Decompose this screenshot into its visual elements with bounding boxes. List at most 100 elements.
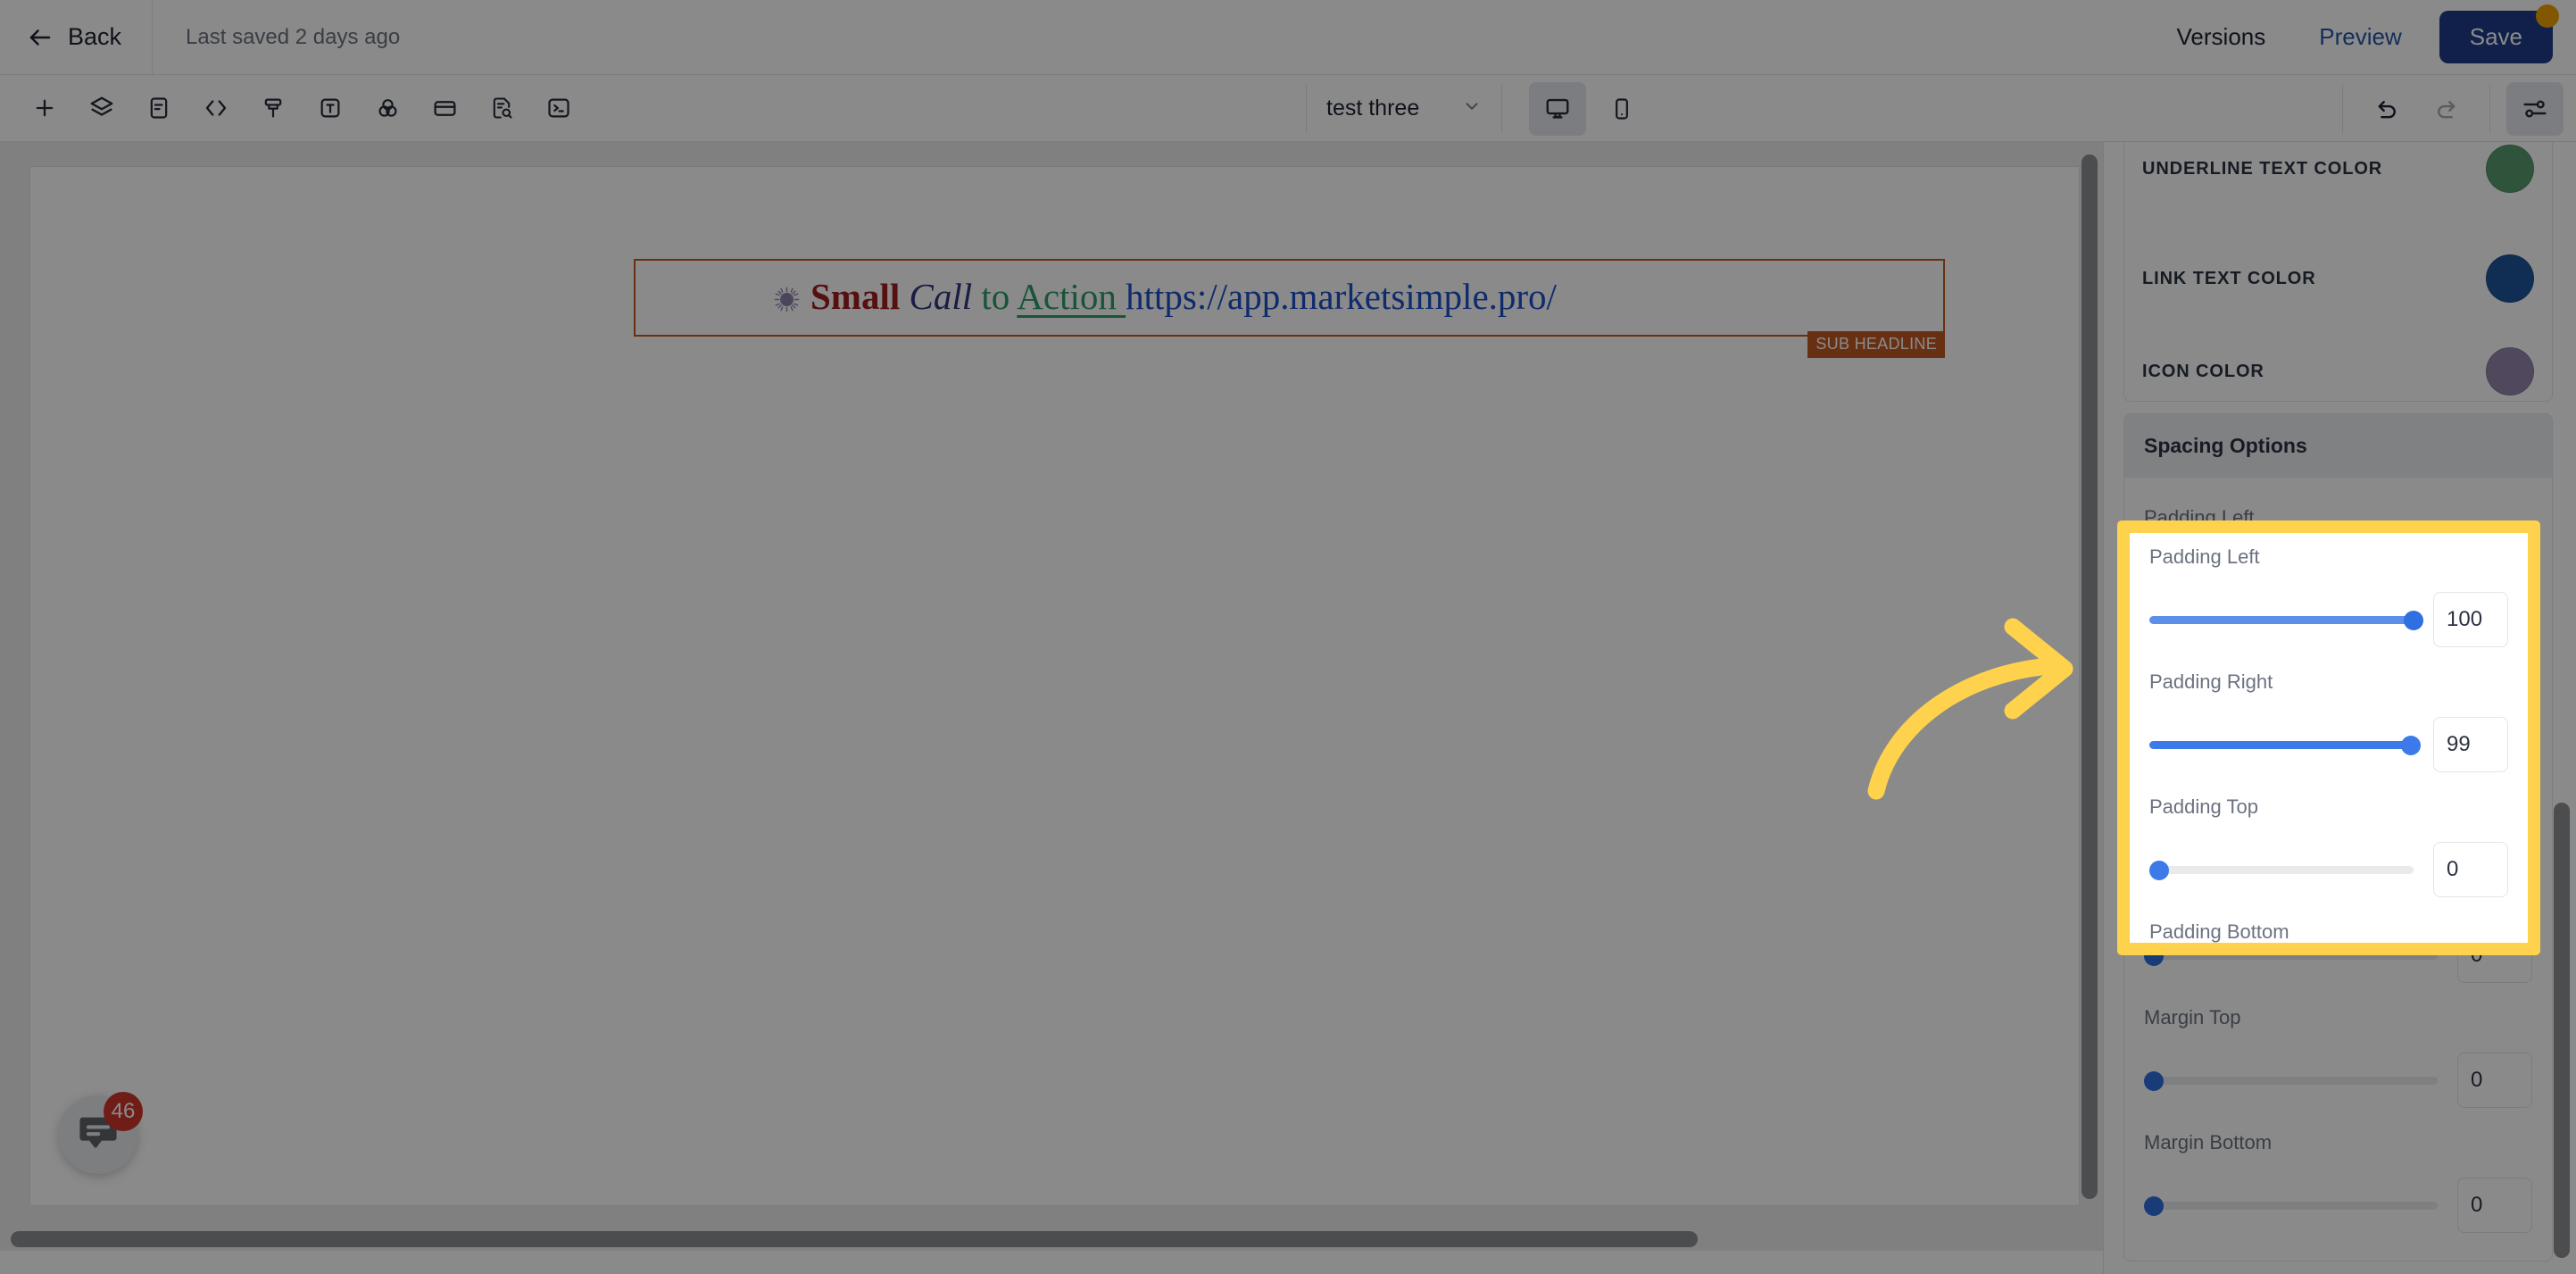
padding-left-slider[interactable]	[2149, 611, 2423, 630]
highlighted-spacing-controls[interactable]: Padding Left 100 Padding Right 99 Paddin…	[2130, 533, 2528, 943]
slider-track	[2144, 952, 2438, 960]
arrow-left-icon	[27, 24, 54, 51]
padding-top-slider[interactable]	[2149, 861, 2414, 880]
page-select-value: test three	[1326, 96, 1420, 121]
terminal-icon	[546, 96, 571, 121]
layers-button[interactable]	[73, 81, 130, 135]
link-text-color-swatch[interactable]	[2486, 254, 2534, 303]
last-saved-text: Last saved 2 days ago	[186, 24, 401, 49]
padding-left-input[interactable]: 100	[2433, 592, 2508, 647]
padding-right-input[interactable]: 99	[2433, 717, 2508, 772]
desktop-icon	[1544, 96, 1571, 122]
margin-top-slider[interactable]	[2144, 1071, 2438, 1091]
slider-thumb[interactable]	[2144, 946, 2164, 966]
settings-panel-scrollbar[interactable]	[2554, 803, 2570, 1258]
icon-color-swatch[interactable]	[2486, 347, 2534, 396]
layers-icon	[88, 95, 115, 121]
settings-panel-button[interactable]	[2506, 81, 2564, 136]
undo-icon	[2375, 96, 2401, 121]
sliders-icon	[2522, 96, 2548, 122]
tool-bar-center-group: test three	[1306, 75, 1650, 142]
content-button[interactable]	[130, 81, 187, 135]
color-options-card: UNDERLINE TEXT COLOR LINK TEXT COLOR ICO…	[2123, 142, 2553, 402]
tool-bar-right-group	[2342, 75, 2564, 142]
code-button[interactable]	[187, 81, 245, 135]
highlighted-spacing-body: Padding Left 100 Padding Right 99 Paddin…	[2130, 533, 2528, 943]
device-preview-group	[1529, 81, 1650, 136]
block-type-badge: SUB HEADLINE	[1807, 331, 1945, 359]
slider-track	[2144, 1202, 2438, 1210]
slider-track	[2144, 1077, 2438, 1085]
add-icon	[32, 96, 57, 121]
padding-top-input[interactable]: 0	[2433, 842, 2508, 897]
divider	[2489, 84, 2490, 133]
slider-thumb[interactable]	[2401, 736, 2422, 755]
seo-button[interactable]	[473, 81, 530, 135]
container-button[interactable]	[416, 81, 473, 135]
slider-thumb[interactable]	[2149, 861, 2169, 880]
padding-top-control-highlighted: Padding Top 0	[2149, 772, 2508, 897]
slider-thumb[interactable]	[2144, 1071, 2164, 1091]
design-button[interactable]	[245, 81, 302, 135]
back-label: Back	[68, 23, 122, 50]
colors-button[interactable]	[359, 81, 416, 135]
text-icon	[318, 96, 343, 121]
sub-headline-block[interactable]: Small Call to Action https://app.markets…	[634, 259, 1945, 359]
block-text-call: Call	[909, 276, 973, 317]
slider-fill	[2149, 741, 2412, 749]
top-bar: Back Last saved 2 days ago Versions Prev…	[0, 0, 2576, 75]
underline-text-color-swatch[interactable]	[2486, 145, 2534, 193]
chat-unread-badge: 46	[104, 1092, 143, 1131]
document-search-icon	[489, 96, 514, 121]
divider	[2342, 84, 2343, 133]
page-select[interactable]: test three	[1307, 81, 1501, 137]
block-text-small: Small	[810, 276, 901, 317]
slider-thumb[interactable]	[2144, 1196, 2164, 1216]
padding-bottom-control-highlighted: Padding Bottom 0	[2149, 897, 2508, 943]
padding-right-slider[interactable]	[2149, 736, 2422, 755]
canvas-page[interactable]: Small Call to Action https://app.markets…	[29, 166, 2080, 1206]
color-option-label: ICON COLOR	[2142, 361, 2264, 381]
save-button-wrapper: Save	[2439, 4, 2559, 63]
padding-top-label: Padding Top	[2149, 795, 2258, 818]
card-icon	[432, 96, 458, 121]
padding-right-control-highlighted: Padding Right 99	[2149, 647, 2508, 772]
canvas-vertical-scrollbar[interactable]	[2082, 154, 2098, 1199]
desktop-view-button[interactable]	[1529, 81, 1587, 136]
divider	[1501, 84, 1503, 133]
padding-bottom-slider[interactable]	[2144, 946, 2438, 966]
margin-bottom-input[interactable]: 0	[2457, 1178, 2532, 1233]
block-text-url[interactable]: https://app.marketsimple.pro/	[1126, 276, 1557, 317]
color-option-label: UNDERLINE TEXT COLOR	[2142, 158, 2383, 179]
padding-right-label: Padding Right	[2149, 670, 2273, 693]
margin-bottom-label: Margin Bottom	[2144, 1131, 2273, 1153]
tool-bar	[0, 75, 2576, 142]
spacing-options-title: Spacing Options	[2124, 414, 2552, 478]
mobile-view-button[interactable]	[1593, 82, 1650, 136]
margin-top-control: Margin Top 0	[2144, 983, 2532, 1108]
console-button[interactable]	[530, 81, 587, 135]
slider-thumb[interactable]	[2404, 611, 2423, 630]
block-text-to: to	[972, 276, 1018, 317]
canvas-horizontal-scrollbar[interactable]	[11, 1231, 1698, 1247]
top-bar-actions: Versions Preview Save	[2150, 4, 2576, 63]
color-option-row: ICON COLOR	[2142, 325, 2534, 418]
canvas-area[interactable]: Small Call to Action https://app.markets…	[0, 142, 2103, 1251]
padding-left-label: Padding Left	[2144, 506, 2255, 529]
text-button[interactable]	[302, 81, 359, 135]
block-text-action-link[interactable]: Action	[1017, 276, 1126, 317]
redo-button[interactable]	[2416, 82, 2473, 136]
chat-widget-button[interactable]: 46	[59, 1092, 143, 1174]
slider-track	[2149, 866, 2414, 874]
versions-button[interactable]: Versions	[2150, 23, 2293, 51]
unsaved-changes-dot	[2536, 4, 2559, 28]
undo-button[interactable]	[2359, 82, 2416, 136]
back-button[interactable]: Back	[0, 0, 152, 75]
redo-icon	[2432, 96, 2458, 121]
preview-button[interactable]: Preview	[2292, 23, 2428, 51]
selected-block-wrapper[interactable]: Small Call to Action https://app.markets…	[634, 259, 1945, 359]
margin-bottom-slider[interactable]	[2144, 1196, 2438, 1216]
color-option-label: LINK TEXT COLOR	[2142, 268, 2316, 288]
add-button[interactable]	[16, 81, 73, 135]
margin-top-input[interactable]: 0	[2457, 1053, 2532, 1108]
